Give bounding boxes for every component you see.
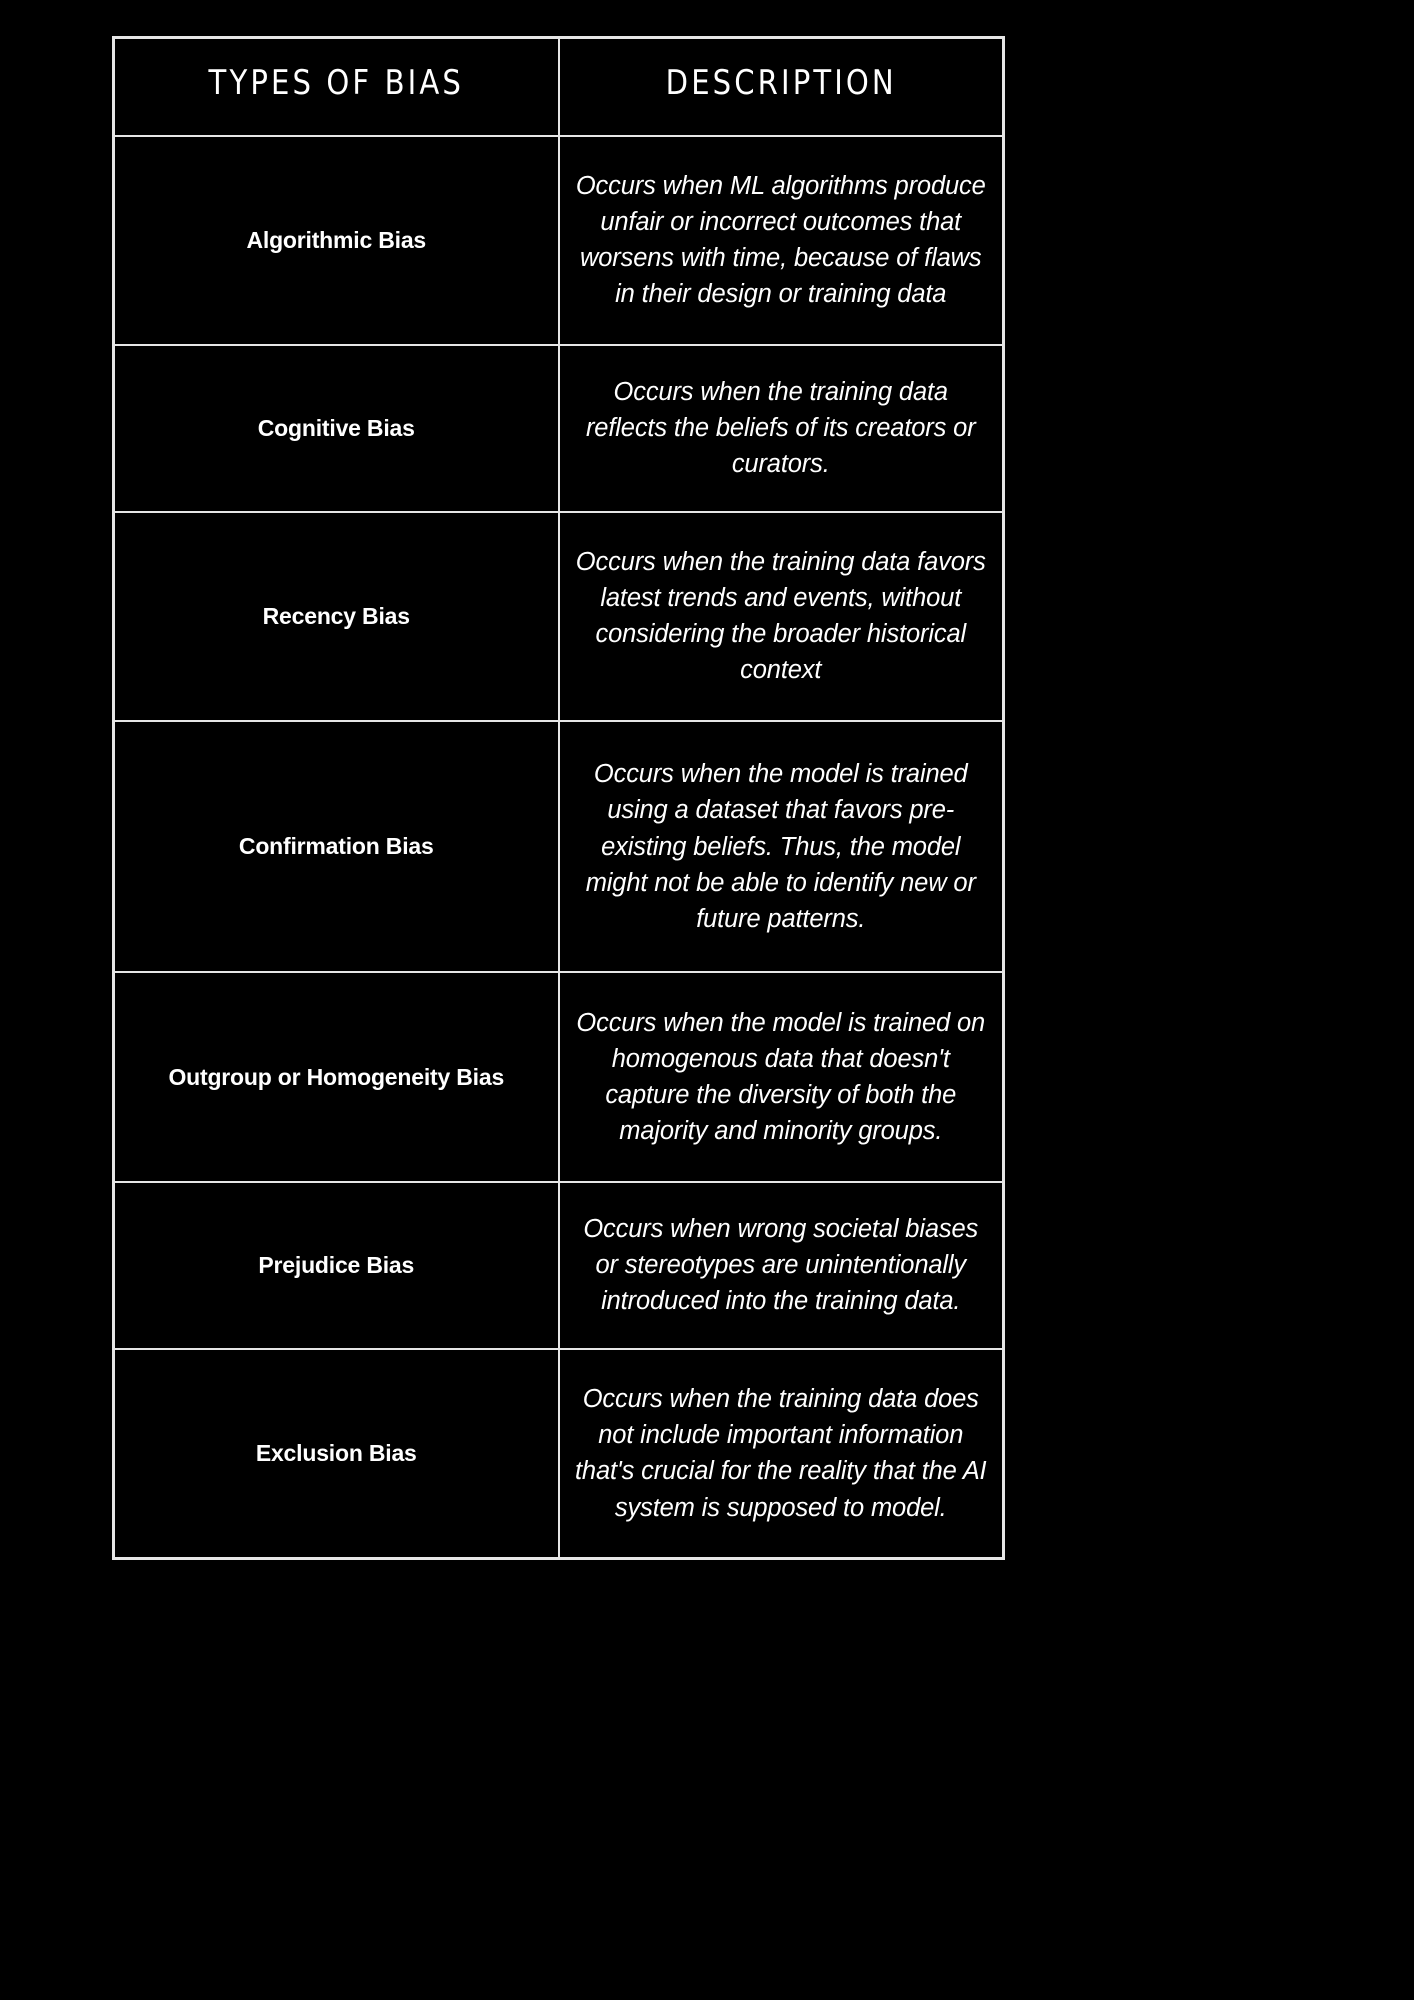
table-body: Algorithmic Bias Occurs when ML algorith… (112, 134, 1005, 1560)
bias-description-text: Occurs when ML algorithms produce unfair… (575, 171, 986, 309)
column-header-description: Description (557, 36, 1005, 137)
bias-type-label: Exclusion Bias (255, 1439, 417, 1466)
table-row: Prejudice Bias Occurs when wrong societa… (112, 1180, 1005, 1350)
bias-description-cell: Occurs when ML algorithms produce unfair… (557, 134, 1005, 346)
bias-type-cell: Prejudice Bias (112, 1180, 560, 1350)
table-row: Exclusion Bias Occurs when the training … (112, 1347, 1005, 1560)
bias-type-cell: Recency Bias (112, 510, 560, 722)
table-row: Recency Bias Occurs when the training da… (112, 510, 1005, 722)
bias-description-cell: Occurs when the training data favors lat… (557, 510, 1005, 722)
bias-description-text: Occurs when wrong societal biases or ste… (583, 1214, 979, 1316)
table-row: Confirmation Bias Occurs when the model … (112, 719, 1005, 974)
column-header-types-of-bias: Types of Bias (112, 36, 560, 137)
column-header-types-of-bias-label: Types of Bias (208, 63, 464, 104)
bias-type-label: Cognitive Bias (257, 414, 415, 441)
table-row: Algorithmic Bias Occurs when ML algorith… (112, 134, 1005, 346)
bias-description-text: Occurs when the training data reflects t… (585, 377, 976, 479)
bias-type-cell: Exclusion Bias (112, 1347, 560, 1560)
table-row: Cognitive Bias Occurs when the training … (112, 343, 1005, 513)
bias-description-text: Occurs when the training data favors lat… (575, 547, 986, 685)
bias-description-cell: Occurs when the training data reflects t… (557, 343, 1005, 513)
bias-type-label: Algorithmic Bias (246, 226, 427, 253)
bias-type-cell: Cognitive Bias (112, 343, 560, 513)
bias-type-label: Recency Bias (262, 602, 410, 629)
bias-description-text: Occurs when the model is trained on homo… (576, 1008, 986, 1146)
bias-type-label: Confirmation Bias (238, 833, 434, 860)
bias-type-cell: Algorithmic Bias (112, 134, 560, 346)
bias-type-label: Prejudice Bias (258, 1251, 415, 1278)
bias-description-cell: Occurs when wrong societal biases or ste… (557, 1180, 1005, 1350)
bias-description-cell: Occurs when the model is trained using a… (557, 719, 1005, 974)
table-row: Outgroup or Homogeneity Bias Occurs when… (112, 971, 1005, 1183)
page-root: Types of Bias Description Algorithmic Bi… (0, 0, 1414, 2000)
bias-type-label: Outgroup or Homogeneity Bias (168, 1063, 505, 1090)
bias-description-cell: Occurs when the model is trained on homo… (557, 971, 1005, 1183)
bias-type-cell: Confirmation Bias (112, 719, 560, 974)
bias-table-container: Types of Bias Description Algorithmic Bi… (112, 36, 1005, 1560)
table-header-row: Types of Bias Description (112, 36, 1005, 137)
bias-description-text: Occurs when the model is trained using a… (585, 760, 976, 933)
column-header-description-label: Description (665, 63, 897, 104)
bias-type-cell: Outgroup or Homogeneity Bias (112, 971, 560, 1183)
types-of-bias-table: Types of Bias Description Algorithmic Bi… (112, 36, 1005, 1560)
bias-description-text: Occurs when the training data does not i… (575, 1384, 987, 1522)
bias-description-cell: Occurs when the training data does not i… (557, 1347, 1005, 1560)
